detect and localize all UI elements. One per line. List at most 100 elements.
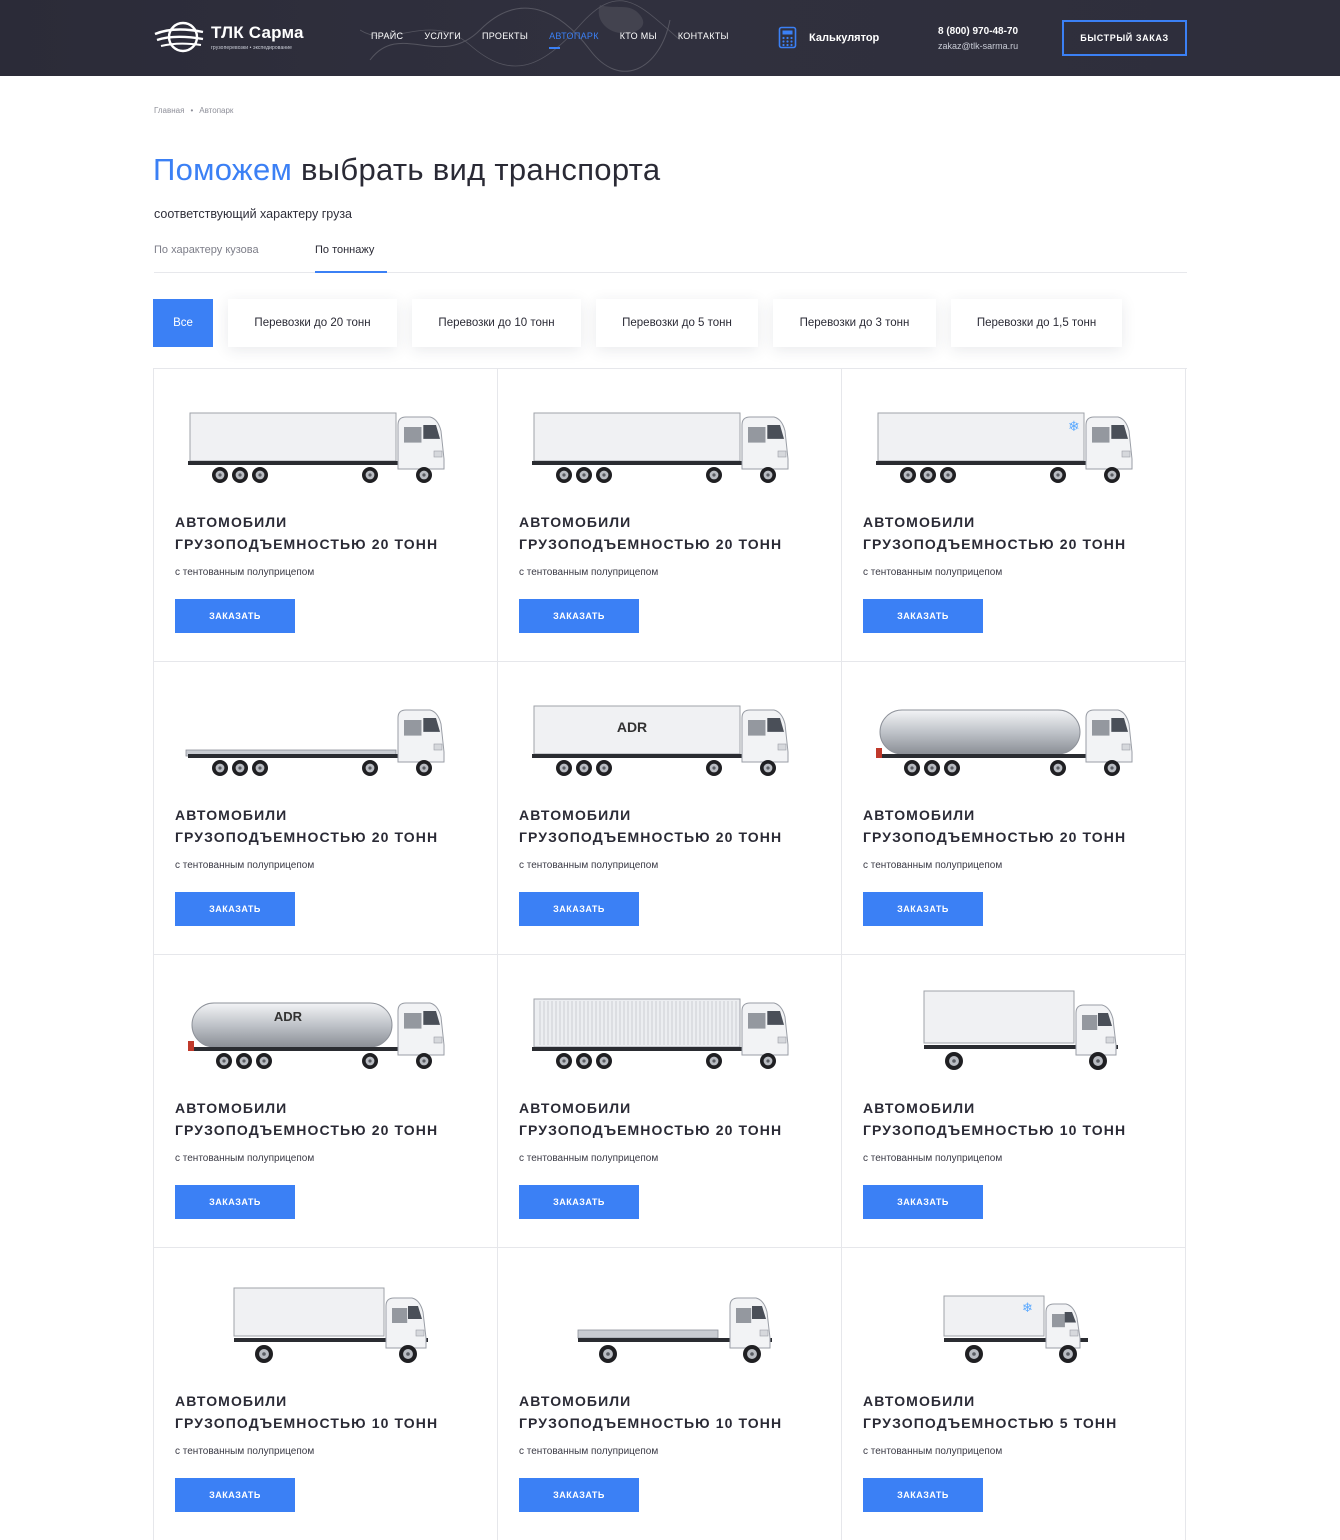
card-title-line1: Автомобили — [175, 807, 288, 823]
card-title: Автомобили грузоподъемностью 20 тонн — [175, 511, 438, 555]
box-truck-10t-icon — [923, 990, 1118, 1070]
order-button[interactable]: Заказать — [863, 1478, 983, 1512]
card-title-line1: Автомобили — [519, 1393, 632, 1409]
box-semitrailer-truck-icon — [532, 412, 789, 483]
card-title: Автомобили грузоподъемностью 20 тонн — [175, 1097, 438, 1141]
logo-title: ТЛК Сарма — [211, 22, 304, 42]
vehicle-card: ADR Автомобили грузоподъемностью 20 тонн … — [154, 955, 498, 1248]
logo-subtitle: грузоперевозки • экспедирование — [211, 44, 293, 51]
order-button[interactable]: Заказать — [175, 1185, 295, 1219]
order-button[interactable]: Заказать — [519, 892, 639, 926]
card-title: Автомобили грузоподъемностью 20 тонн — [519, 511, 782, 555]
card-title-line2: грузоподъемностью 10 тонн — [175, 1415, 439, 1431]
card-title: Автомобили грузоподъемностью 20 тонн — [519, 1097, 782, 1141]
vehicle-card: ❄ Автомобили грузоподъемностью 20 тонн с … — [842, 369, 1186, 662]
card-description: с тентованным полуприцепом — [863, 1446, 1003, 1457]
nav-item-price[interactable]: Прайс — [371, 31, 403, 41]
nav-item-contacts[interactable]: Контакты — [678, 31, 729, 41]
nav-item-services[interactable]: Услуги — [424, 31, 461, 41]
card-title-line2: грузоподъемностью 20 тонн — [519, 1122, 783, 1138]
tab-tonnage[interactable]: По тоннажу — [315, 244, 388, 273]
breadcrumb: Главная • Автопарк — [154, 106, 233, 115]
filter-20t[interactable]: Перевозки до 20 тонн — [228, 299, 397, 347]
card-description: с тентованным полуприцепом — [175, 860, 315, 871]
logo-globe-icon — [154, 21, 204, 53]
refrigerated-semitrailer-truck-icon: ❄ — [876, 412, 1133, 483]
order-button[interactable]: Заказать — [863, 892, 983, 926]
card-title-line1: Автомобили — [519, 514, 632, 530]
refrigerated-truck-5t-icon: ❄ — [943, 1295, 1088, 1363]
breadcrumb-home[interactable]: Главная — [154, 106, 184, 115]
card-title-line1: Автомобили — [519, 807, 632, 823]
card-title-line2: грузоподъемностью 20 тонн — [863, 829, 1127, 845]
quick-order-button[interactable]: Быстрый заказ — [1062, 20, 1187, 56]
vehicle-card: Автомобили грузоподъемностью 20 тонн с те… — [498, 955, 842, 1248]
nav-item-projects[interactable]: Проекты — [482, 31, 528, 41]
filter-1-5t[interactable]: Перевозки до 1,5 тонн — [951, 299, 1122, 347]
vehicle-card: ADR Автомобили грузоподъемностью 20 тонн … — [498, 662, 842, 955]
calculator-icon — [778, 26, 797, 49]
card-title-line2: грузоподъемностью 20 тонн — [175, 1122, 439, 1138]
filter-5t[interactable]: Перевозки до 5 тонн — [596, 299, 758, 347]
order-button[interactable]: Заказать — [175, 892, 295, 926]
filter-all[interactable]: Все — [153, 299, 213, 347]
card-title-line1: Автомобили — [863, 807, 976, 823]
card-title: Автомобили грузоподъемностью 10 тонн — [519, 1390, 782, 1434]
logo[interactable]: ТЛК Сарма грузоперевозки • экспедировани… — [153, 17, 304, 57]
card-title: Автомобили грузоподъемностью 20 тонн — [863, 511, 1126, 555]
site-header: ТЛК Сарма грузоперевозки • экспедировани… — [0, 0, 1340, 76]
card-title-line2: грузоподъемностью 20 тонн — [863, 536, 1127, 552]
svg-text:ADR: ADR — [617, 719, 647, 735]
card-description: с тентованным полуприцепом — [175, 1446, 315, 1457]
nav-item-about[interactable]: Кто мы — [620, 31, 657, 41]
email-link[interactable]: zakaz@tlk-sarma.ru — [938, 41, 1018, 51]
calculator-link[interactable]: Калькулятор — [778, 26, 879, 49]
breadcrumb-separator-icon: • — [190, 106, 194, 115]
card-title-line1: Автомобили — [175, 1393, 288, 1409]
card-description: с тентованным полуприцепом — [863, 860, 1003, 871]
card-title: Автомобили грузоподъемностью 10 тонн — [863, 1097, 1126, 1141]
main-nav: Прайс Услуги Проекты Автопарк Кто мы Кон… — [371, 31, 750, 49]
tanker-truck-icon — [876, 709, 1133, 776]
order-button[interactable]: Заказать — [863, 1185, 983, 1219]
card-description: с тентованным полуприцепом — [519, 567, 659, 578]
card-title-line1: Автомобили — [863, 1100, 976, 1116]
card-title: Автомобили грузоподъемностью 10 тонн — [175, 1390, 438, 1434]
svg-text:❄: ❄ — [1022, 1301, 1033, 1316]
order-button[interactable]: Заказать — [519, 599, 639, 633]
order-button[interactable]: Заказать — [863, 599, 983, 633]
nav-item-fleet[interactable]: Автопарк — [549, 31, 599, 49]
tab-bar: По характеру кузова По тоннажу — [154, 244, 1187, 273]
tab-body-type[interactable]: По характеру кузова — [154, 244, 259, 256]
vehicle-grid: Автомобили грузоподъемностью 20 тонн с те… — [153, 368, 1187, 1540]
container-semitrailer-truck-icon — [532, 998, 789, 1069]
tent-semitrailer-truck-icon — [188, 412, 445, 483]
flatbed-semitrailer-truck-icon — [185, 709, 445, 776]
card-description: с тентованным полуприцепом — [519, 1446, 659, 1457]
card-title-line2: грузоподъемностью 20 тонн — [175, 829, 439, 845]
order-button[interactable]: Заказать — [519, 1478, 639, 1512]
order-button[interactable]: Заказать — [175, 1478, 295, 1512]
flatbed-truck-icon — [577, 1297, 772, 1363]
filter-10t[interactable]: Перевозки до 10 тонн — [412, 299, 581, 347]
vehicle-card: Автомобили грузоподъемностью 10 тонн с те… — [154, 1248, 498, 1540]
card-description: с тентованным полуприцепом — [175, 567, 315, 578]
svg-text:ADR: ADR — [274, 1009, 303, 1024]
card-description: с тентованным полуприцепом — [863, 567, 1003, 578]
vehicle-card: Автомобили грузоподъемностью 20 тонн с те… — [154, 662, 498, 955]
vehicle-card: Автомобили грузоподъемностью 20 тонн с те… — [154, 369, 498, 662]
svg-text:❄: ❄ — [1068, 419, 1080, 435]
order-button[interactable]: Заказать — [175, 599, 295, 633]
card-title-line2: грузоподъемностью 20 тонн — [175, 536, 439, 552]
filter-3t[interactable]: Перевозки до 3 тонн — [773, 299, 936, 347]
order-button[interactable]: Заказать — [519, 1185, 639, 1219]
card-title-line1: Автомобили — [175, 514, 288, 530]
vehicle-card: Автомобили грузоподъемностью 10 тонн с те… — [498, 1248, 842, 1540]
card-description: с тентованным полуприцепом — [519, 860, 659, 871]
card-title-line2: грузоподъемностью 20 тонн — [519, 536, 783, 552]
card-description: с тентованным полуприцепом — [175, 1153, 315, 1164]
phone-link[interactable]: 8 (800) 970-48-70 — [938, 26, 1018, 37]
card-title-line2: грузоподъемностью 10 тонн — [863, 1122, 1127, 1138]
card-title: Автомобили грузоподъемностью 20 тонн — [863, 804, 1126, 848]
adr-tanker-truck-icon: ADR — [188, 1002, 445, 1069]
